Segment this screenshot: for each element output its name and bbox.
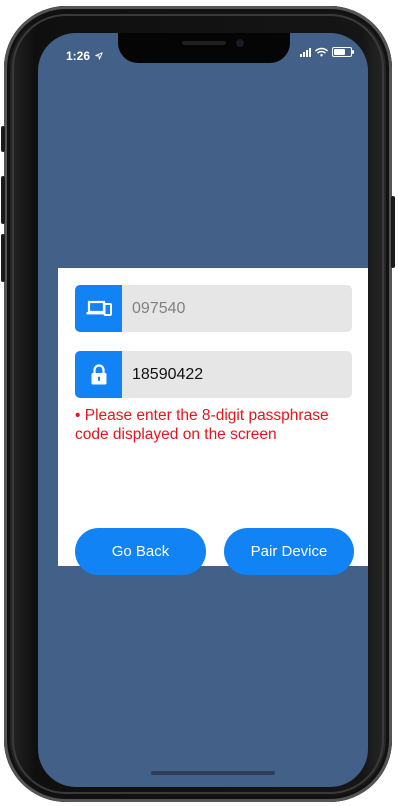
battery-icon [332,47,354,57]
error-message: • Please enter the 8-digit passphrase co… [75,407,329,443]
front-camera [236,39,244,47]
speaker-grille [182,41,226,45]
cellular-signal-icon [300,47,311,57]
pairing-dialog: 097540 18590422 • Please enter the 8-dig… [58,268,368,575]
device-code-value: 097540 [132,300,186,317]
status-time-text: 1:26 [66,49,91,63]
passphrase-value: 18590422 [132,366,204,383]
wifi-icon [315,47,328,57]
mute-switch [1,126,5,152]
pair-device-button[interactable]: Pair Device [224,528,354,575]
volume-down-button [1,234,5,282]
status-indicators [300,47,354,57]
device-code-field[interactable]: 097540 [75,285,352,332]
phone-frame: 1:26 097540 18590422 • Please enter the … [1,6,395,802]
lock-icon [91,363,106,384]
app-screen: 1:26 097540 18590422 • Please enter the … [38,33,368,787]
devices-icon [86,300,112,316]
notch [118,33,290,63]
home-indicator[interactable] [151,771,275,775]
device-icon-box [75,285,122,332]
volume-up-button [1,176,5,224]
go-back-button[interactable]: Go Back [75,528,206,575]
status-time: 1:26 [66,49,104,63]
location-arrow-icon [95,52,104,60]
lock-icon-box [75,351,122,398]
passphrase-field[interactable]: 18590422 [75,351,352,398]
power-button [391,196,395,268]
